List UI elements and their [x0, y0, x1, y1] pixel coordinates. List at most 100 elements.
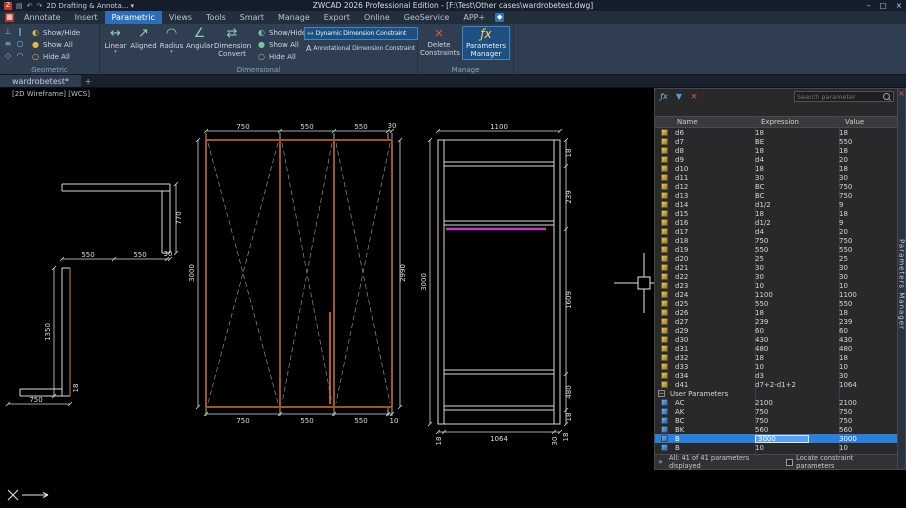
- geometric-constraint-icon-3[interactable]: ≡: [2, 39, 14, 51]
- document-tab-active[interactable]: wardrobetest*: [0, 75, 82, 87]
- app-menu-icon[interactable]: ▦: [5, 13, 14, 22]
- geometric-hide-all-button[interactable]: ○ Hide All: [28, 51, 83, 62]
- dim-label: 3000: [188, 264, 196, 282]
- app-logo-icon[interactable]: Z: [4, 1, 12, 10]
- linear-constraint-button[interactable]: ↔ Linear ▾: [102, 26, 129, 55]
- geometric-show-hide-button[interactable]: ◐ Show/Hide: [28, 27, 83, 38]
- maximize-button[interactable]: □: [880, 1, 887, 10]
- parameter-row-B[interactable]: B 10 10: [655, 443, 897, 452]
- collapse-icon[interactable]: −: [658, 390, 665, 397]
- tab-geoservice[interactable]: GeoService: [397, 11, 457, 24]
- filter-icon[interactable]: ▼: [673, 91, 685, 102]
- tab-app-[interactable]: APP+: [456, 11, 492, 24]
- parameters-manager-button[interactable]: ƒx Parameters Manager: [462, 26, 510, 60]
- expression-edit-field[interactable]: 3000: [755, 434, 809, 443]
- close-button[interactable]: ×: [896, 1, 902, 10]
- geometric-constraint-icon-4[interactable]: ○: [14, 39, 26, 51]
- parameter-row-d16[interactable]: d16 d1/2 9: [655, 218, 897, 227]
- panel-close-icon[interactable]: ×: [898, 89, 905, 99]
- parameter-value: 750: [839, 182, 853, 191]
- geometric-constraint-icon-1[interactable]: ⊥: [2, 27, 14, 39]
- parameter-row-d33[interactable]: d33 10 10: [655, 362, 897, 371]
- parameter-row-d6[interactable]: d6 18 18: [655, 128, 897, 137]
- parameter-row-d9[interactable]: d9 d4 20: [655, 155, 897, 164]
- tab-manage[interactable]: Manage: [271, 11, 317, 24]
- geometric-constraint-icon-5[interactable]: ◇: [2, 51, 14, 63]
- parameter-row-d10[interactable]: d10 18 18: [655, 164, 897, 173]
- parameter-row-d29[interactable]: d29 60 60: [655, 326, 897, 335]
- delete-parameter-icon[interactable]: ×: [688, 91, 700, 102]
- parameter-row-d21[interactable]: d21 30 30: [655, 263, 897, 272]
- redo-icon[interactable]: ↷: [37, 2, 43, 10]
- parameter-name: d31: [675, 344, 689, 353]
- parameter-row-d13[interactable]: d13 BC 750: [655, 191, 897, 200]
- tab-tools[interactable]: Tools: [199, 11, 233, 24]
- geometric-show-all-button[interactable]: ● Show All: [28, 39, 83, 50]
- parameter-row-d14[interactable]: d14 d1/2 9: [655, 200, 897, 209]
- viewport-label[interactable]: [2D Wireframe] [WCS]: [12, 90, 90, 98]
- aligned-constraint-button[interactable]: ↗ Aligned: [130, 26, 157, 50]
- geometric-constraint-icon-6[interactable]: ◠: [14, 51, 26, 63]
- dimensional-hide-all-button[interactable]: ○ Hide All: [254, 51, 309, 62]
- parameter-row-d18[interactable]: d18 750 750: [655, 236, 897, 245]
- parameter-row-d8[interactable]: d8 18 18: [655, 146, 897, 155]
- delete-constraints-button[interactable]: × Delete Constraints: [420, 26, 460, 57]
- parameter-row-d30[interactable]: d30 430 430: [655, 335, 897, 344]
- parameter-row-d17[interactable]: d17 d4 20: [655, 227, 897, 236]
- parameter-row-d19[interactable]: d19 550 550: [655, 245, 897, 254]
- parameter-row-d11[interactable]: d11 30 30: [655, 173, 897, 182]
- parameter-row-AK[interactable]: AK 750 750: [655, 407, 897, 416]
- parameter-row-BC[interactable]: BC 750 750: [655, 416, 897, 425]
- tab-annotate[interactable]: Annotate: [17, 11, 68, 24]
- tab-smart[interactable]: Smart: [233, 11, 271, 24]
- parameter-group-header[interactable]: − User Parameters: [655, 389, 897, 398]
- dimensional-show-all-button[interactable]: ● Show All: [254, 39, 309, 50]
- minimize-button[interactable]: –: [867, 1, 871, 10]
- new-parameter-icon[interactable]: ƒx: [658, 91, 670, 102]
- parameter-row-d32[interactable]: d32 18 18: [655, 353, 897, 362]
- parameter-row-d41[interactable]: d41 d7+2-d1+2 1064: [655, 380, 897, 389]
- workspace-switcher[interactable]: 2D Drafting & Annota... ▾: [46, 2, 134, 10]
- parameter-row-d7[interactable]: d7 BE 550: [655, 137, 897, 146]
- tab-export[interactable]: Export: [317, 11, 357, 24]
- dynamic-dimension-constraint-toggle[interactable]: ↔ Dynamic Dimension Constraint: [304, 27, 418, 40]
- new-document-tab-button[interactable]: +: [81, 75, 95, 87]
- parameter-row-d34[interactable]: d34 d3 30: [655, 371, 897, 380]
- parameter-row-d20[interactable]: d20 25 25: [655, 254, 897, 263]
- angular-constraint-button[interactable]: ∠ Angular: [186, 26, 213, 50]
- parameter-row-d26[interactable]: d26 18 18: [655, 308, 897, 317]
- dimension-parameter-icon: [661, 345, 668, 352]
- undo-icon[interactable]: ↶: [27, 2, 33, 10]
- parameter-row-d31[interactable]: d31 480 480: [655, 344, 897, 353]
- column-header-value[interactable]: Value: [839, 118, 897, 126]
- geometric-constraint-icon-2[interactable]: ∥: [14, 27, 26, 39]
- locate-checkbox[interactable]: [786, 458, 794, 466]
- tab-insert[interactable]: Insert: [68, 11, 105, 24]
- expand-chevron[interactable]: »: [658, 457, 663, 466]
- column-header-name[interactable]: Name: [655, 118, 755, 126]
- parameter-row-B[interactable]: B 3000 3000: [655, 434, 897, 443]
- tab-online[interactable]: Online: [357, 11, 397, 24]
- parameter-row-d15[interactable]: d15 18 18: [655, 209, 897, 218]
- parameter-row-d22[interactable]: d22 30 30: [655, 272, 897, 281]
- radius-dimension-icon: ◠: [165, 26, 178, 41]
- dimensional-show-hide-button[interactable]: ◐ Show/Hide: [254, 27, 309, 38]
- parameter-row-AC[interactable]: AC 2100 2100: [655, 398, 897, 407]
- parameter-row-BK[interactable]: BK 560 560: [655, 425, 897, 434]
- parameter-row-d23[interactable]: d23 10 10: [655, 281, 897, 290]
- dimension-convert-button[interactable]: ⇄ Dimension Convert: [214, 26, 251, 58]
- button-label: Parameters Manager: [465, 42, 507, 58]
- dimension-parameter-icon: [661, 228, 668, 235]
- parameter-row-d12[interactable]: d12 BC 750: [655, 182, 897, 191]
- parameter-row-d24[interactable]: d24 1100 1100: [655, 290, 897, 299]
- annotational-dimension-constraint-toggle[interactable]: A Annotational Dimension Constraint: [304, 42, 418, 55]
- addon-icon[interactable]: ◆: [495, 13, 505, 22]
- search-input[interactable]: [797, 92, 881, 101]
- save-icon[interactable]: ▤: [16, 2, 23, 10]
- parameter-row-d27[interactable]: d27 239 239: [655, 317, 897, 326]
- parameter-row-d25[interactable]: d25 550 550: [655, 299, 897, 308]
- tab-views[interactable]: Views: [162, 11, 199, 24]
- tab-parametric[interactable]: Parametric: [104, 11, 162, 24]
- column-header-expression[interactable]: Expression: [755, 118, 839, 126]
- radius-constraint-button[interactable]: ◠ Radius ▾: [158, 26, 185, 55]
